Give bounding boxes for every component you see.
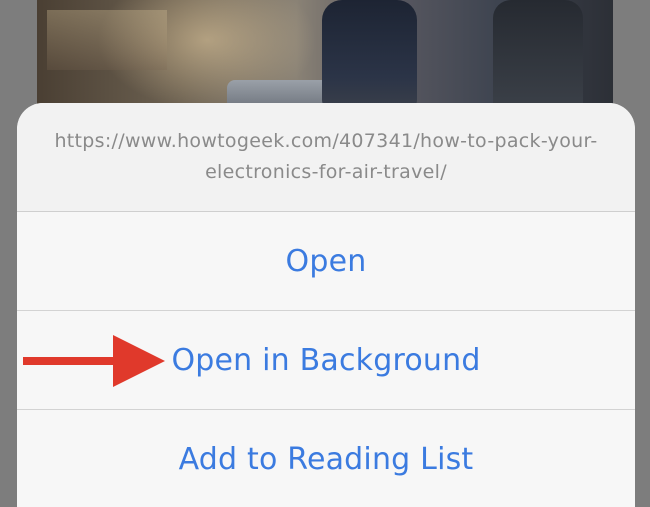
red-arrow-icon [23, 335, 165, 387]
action-sheet-header: https://www.howtogeek.com/407341/how-to-… [17, 103, 635, 212]
add-to-reading-list-button-label: Add to Reading List [178, 441, 474, 477]
open-button-label: Open [285, 243, 367, 279]
add-to-reading-list-button[interactable]: Add to Reading List [17, 410, 635, 507]
link-action-sheet: https://www.howtogeek.com/407341/how-to-… [17, 103, 635, 507]
link-url: https://www.howtogeek.com/407341/how-to-… [54, 130, 598, 183]
open-button[interactable]: Open [17, 212, 635, 311]
screen: https://www.howtogeek.com/407341/how-to-… [0, 0, 650, 507]
open-in-background-button-label: Open in Background [171, 342, 481, 378]
